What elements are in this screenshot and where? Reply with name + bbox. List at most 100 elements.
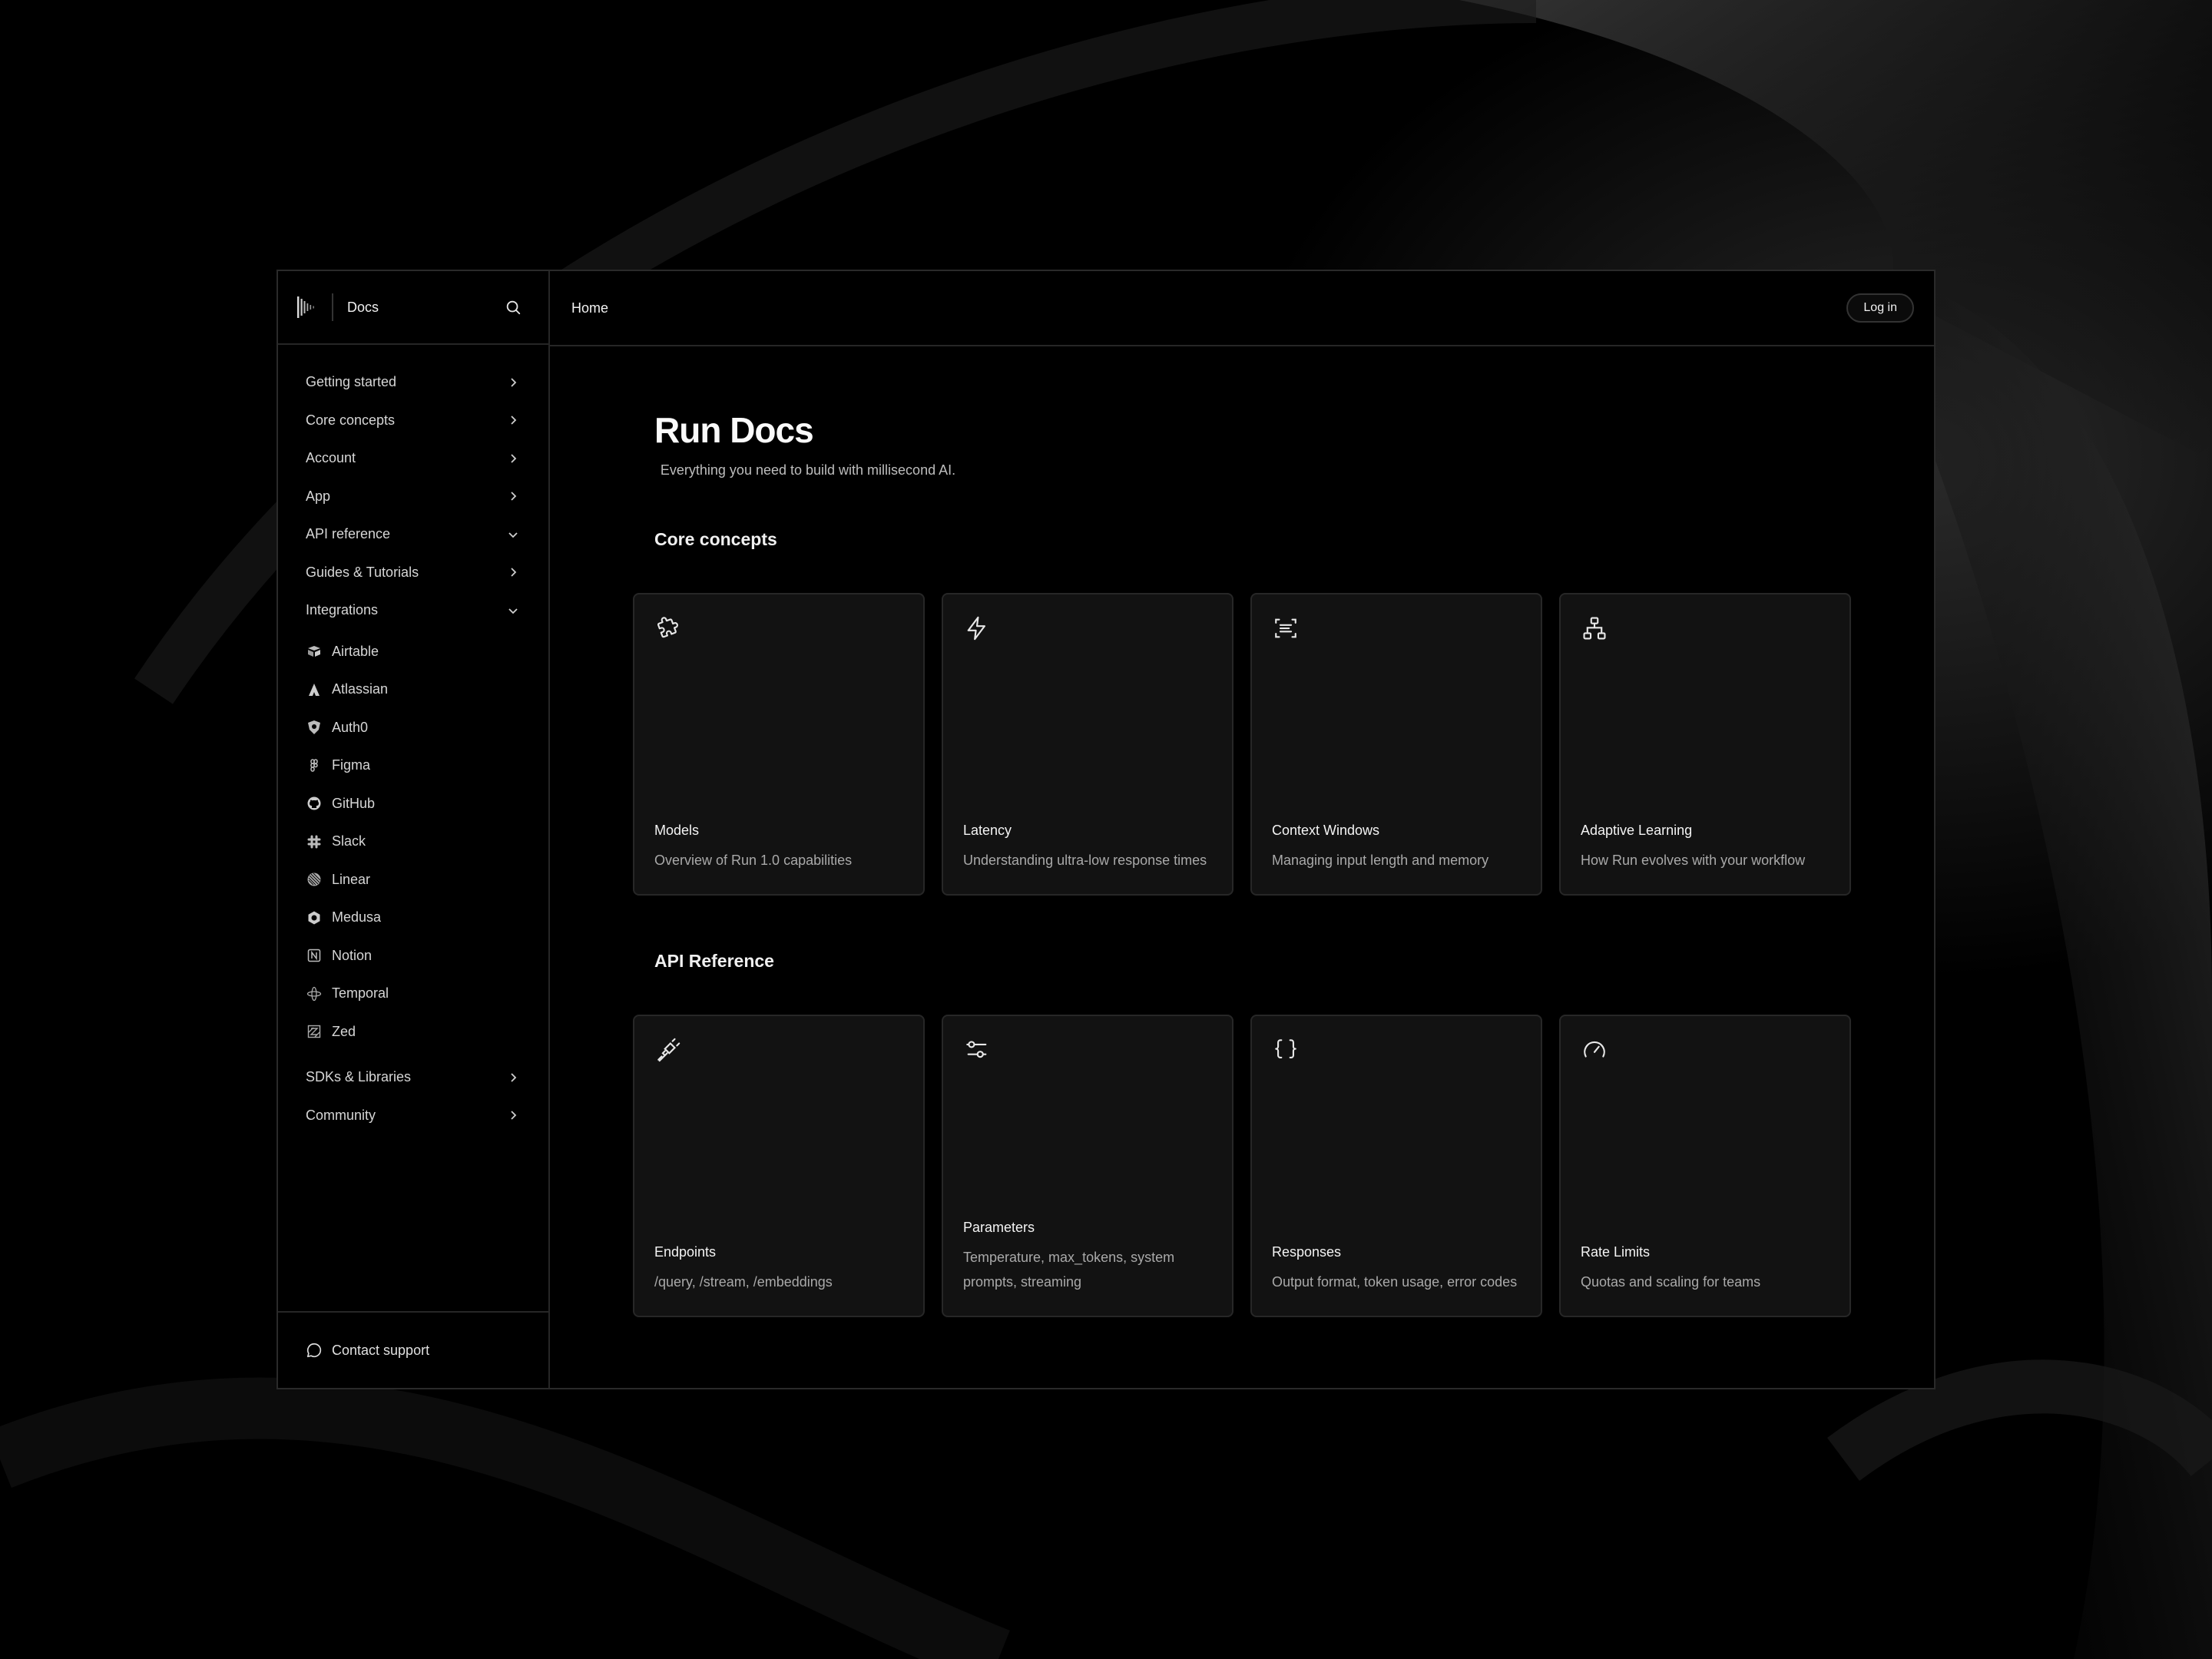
atlassian-icon [306,681,323,698]
nav-item-guides-tutorials[interactable]: Guides & Tutorials [306,554,519,592]
sidebar-item-label: GitHub [332,795,376,811]
sidebar-item-notion[interactable]: Notion [306,937,519,975]
sidebar-nav: Getting started Core concepts Account Ap… [278,345,548,1311]
sidebar-item-temporal[interactable]: Temporal [306,975,519,1013]
sidebar-item-label: Slack [332,833,366,849]
nav-item-label: Community [306,1107,376,1123]
nav-item-label: SDKs & Libraries [306,1069,412,1085]
card-title: Latency [963,823,1012,838]
medusa-icon [306,909,323,926]
contact-support-link[interactable]: Contact support [278,1311,548,1388]
nav-item-label: Account [306,450,356,466]
card-description: Overview of Run 1.0 capabilities [654,853,853,868]
nav-item-core-concepts[interactable]: Core concepts [306,402,519,440]
zed-icon [306,1023,323,1040]
chevron-right-icon [511,454,517,463]
puzzle-icon [654,614,682,642]
braces-icon [1272,1036,1300,1064]
brand-label: Docs [347,299,379,315]
nav-item-community[interactable]: Community [306,1097,519,1135]
sidebar-item-medusa[interactable]: Medusa [306,899,519,937]
breadcrumb-home[interactable]: Home [571,300,608,316]
api-reference-cards: Endpoints /query, /stream, /embeddings P… [633,1015,1851,1317]
nav-item-label: Integrations [306,602,379,618]
card-description: Understanding ultra-low response times [963,853,1207,868]
card-title: Adaptive Learning [1581,823,1693,838]
sidebar-item-label: Figma [332,757,371,773]
lightning-icon [963,614,991,642]
card-title: Context Windows [1272,823,1380,838]
chevron-right-icon [511,378,517,387]
chevron-right-icon [511,492,517,501]
text-scan-icon [1272,614,1300,642]
sidebar-item-auth0[interactable]: Auth0 [306,709,519,747]
core-concepts-cards: Models Overview of Run 1.0 capabilities … [633,593,1851,896]
temporal-icon [306,985,323,1002]
nav-item-label: API reference [306,526,391,542]
main-area: Home Log in Run Docs Everything you need… [550,271,1934,1388]
nav-item-label: App [306,488,331,504]
nav-item-integrations[interactable]: Integrations [306,591,519,630]
card-description: Temperature, max_tokens, system prompts,… [963,1250,1175,1290]
card-models[interactable]: Models Overview of Run 1.0 capabilities [633,593,925,896]
airtable-icon [306,643,323,660]
page-title: Run Docs [654,410,814,450]
card-description: /query, /stream, /embeddings [654,1274,833,1290]
card-rate-limits[interactable]: Rate Limits Quotas and scaling for teams [1559,1015,1851,1317]
sidebar-item-zed[interactable]: Zed [306,1013,519,1051]
card-context-windows[interactable]: Context Windows Managing input length an… [1250,593,1542,896]
card-description: Output format, token usage, error codes [1272,1274,1518,1290]
card-description: Managing input length and memory [1272,853,1489,868]
card-parameters[interactable]: Parameters Temperature, max_tokens, syst… [942,1015,1233,1317]
nav-item-app[interactable]: App [306,478,519,516]
sidebar-item-label: Temporal [332,985,389,1002]
nav-item-label: Getting started [306,374,397,390]
sidebar-item-figma[interactable]: Figma [306,747,519,785]
chevron-right-icon [511,1111,517,1120]
card-title: Rate Limits [1581,1244,1651,1260]
sidebar-item-label: Linear [332,871,371,887]
card-adaptive-learning[interactable]: Adaptive Learning How Run evolves with y… [1559,593,1851,896]
sidebar-item-label: Zed [332,1023,356,1039]
card-responses[interactable]: Responses Output format, token usage, er… [1250,1015,1542,1317]
page-content: Run Docs Everything you need to build wi… [550,346,1934,1317]
figma-icon [306,757,323,774]
search-icon[interactable] [502,296,524,318]
sidebar-item-label: Auth0 [332,719,369,735]
sidebar-item-github[interactable]: GitHub [306,785,519,823]
notion-icon [306,947,323,964]
gauge-icon [1581,1036,1608,1064]
slack-icon [306,833,323,850]
sliders-icon [963,1036,991,1064]
nav-item-api-reference[interactable]: API reference [306,515,519,554]
nav-item-sdks-libraries[interactable]: SDKs & Libraries [306,1058,519,1097]
page-subtitle: Everything you need to build with millis… [660,462,956,478]
auth0-icon [306,719,323,736]
plug-icon [654,1036,682,1064]
chat-bubble-icon [306,1342,323,1359]
sidebar-item-label: Airtable [332,643,379,659]
login-button[interactable]: Log in [1846,293,1914,323]
run-logo-icon[interactable] [296,294,318,320]
sidebar-header: Docs [278,271,548,345]
nav-item-account[interactable]: Account [306,439,519,478]
sidebar-item-airtable[interactable]: Airtable [306,633,519,671]
github-icon [306,795,323,812]
sidebar-item-label: Medusa [332,909,382,926]
section-title-core-concepts: Core concepts [654,529,777,549]
card-description: Quotas and scaling for teams [1581,1274,1761,1290]
sidebar-item-label: Notion [332,947,373,963]
nav-item-label: Guides & Tutorials [306,564,419,580]
card-latency[interactable]: Latency Understanding ultra-low response… [942,593,1233,896]
sidebar-item-atlassian[interactable]: Atlassian [306,671,519,709]
card-endpoints[interactable]: Endpoints /query, /stream, /embeddings [633,1015,925,1317]
card-description: How Run evolves with your workflow [1581,853,1806,868]
sidebar-item-linear[interactable]: Linear [306,861,519,899]
chevron-right-icon [511,1073,517,1082]
sidebar-item-label: Atlassian [332,681,389,697]
integrations-list: Airtable Atlassian Auth0 Figma GitHub Sl… [306,630,519,1059]
nav-item-getting-started[interactable]: Getting started [306,363,519,402]
hierarchy-icon [1581,614,1608,642]
logo-divider [332,293,333,321]
sidebar-item-slack[interactable]: Slack [306,823,519,861]
